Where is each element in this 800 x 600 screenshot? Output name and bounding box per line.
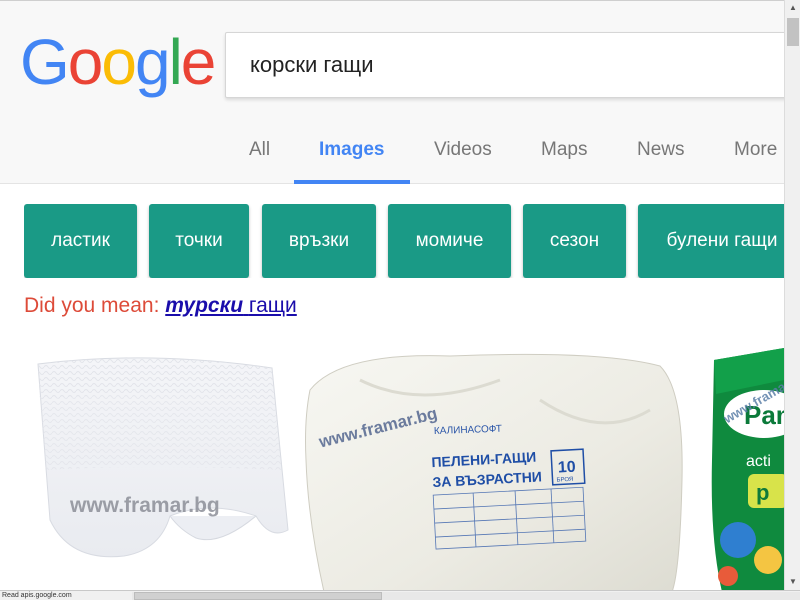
suggestion-bold: турски — [165, 294, 244, 317]
scrollbar-thumb[interactable] — [787, 18, 799, 46]
horizontal-scrollbar[interactable] — [132, 592, 800, 600]
chip-tochki[interactable]: точки — [149, 204, 249, 278]
vertical-scrollbar[interactable]: ▲ ▼ — [784, 0, 800, 590]
tab-all[interactable]: All — [249, 139, 270, 161]
tab-news[interactable]: News — [637, 139, 685, 161]
related-search-chips: ластик точки връзки момиче сезон булени … — [24, 204, 800, 278]
chip-sezon[interactable]: сезон — [523, 204, 626, 278]
search-tabs: All Images Videos Maps News More — [0, 129, 784, 185]
svg-text:p: p — [756, 480, 769, 505]
package-subline: acti — [746, 453, 771, 470]
white-underwear-image: www.framar.bg — [37, 357, 289, 558]
image-result-2[interactable]: www.framar.bg КАЛИНАСОФТ ПЕЛЕНИ-ГАЩИ ЗА … — [300, 340, 690, 592]
scroll-up-arrow-icon[interactable]: ▲ — [785, 0, 800, 16]
status-text: Read apis.google.com — [2, 592, 72, 599]
spelling-suggestion-link[interactable]: турски гащи — [165, 294, 297, 317]
did-you-mean-label: Did you mean: — [24, 294, 160, 317]
chip-momiche[interactable]: момиче — [388, 204, 511, 278]
image-result-3[interactable]: Pam www.framar.bg acti p — [708, 340, 784, 592]
tab-maps[interactable]: Maps — [541, 139, 587, 161]
logo-letter: l — [168, 26, 183, 98]
search-box — [225, 32, 795, 98]
logo-letter: g — [134, 26, 171, 98]
image-result-1[interactable]: www.framar.bg — [20, 340, 292, 592]
tab-images[interactable]: Images — [319, 139, 384, 161]
package-count-unit: БРОЯ — [556, 477, 573, 484]
did-you-mean: Did you mean: турски гащи — [24, 294, 297, 318]
chip-lastik[interactable]: ластик — [24, 204, 137, 278]
tab-more[interactable]: More — [734, 139, 777, 161]
logo-letter: e — [180, 26, 217, 98]
image-watermark: www.framar.bg — [69, 494, 220, 517]
active-tab-indicator — [294, 180, 410, 184]
horizontal-scrollbar-thumb[interactable] — [134, 592, 382, 600]
suggestion-rest: гащи — [248, 294, 297, 317]
package-count: 10 — [557, 459, 576, 477]
logo-letter: o — [101, 26, 137, 98]
tab-videos[interactable]: Videos — [434, 139, 492, 161]
chip-buleni-gashti[interactable]: булени гащи — [638, 204, 800, 278]
status-bar: Read apis.google.com — [0, 590, 800, 600]
image-results: www.framar.bg www.framar.bg КАЛИНАСОФТ П… — [0, 340, 784, 592]
search-input[interactable] — [250, 47, 780, 83]
diaper-package-image: www.framar.bg КАЛИНАСОФТ ПЕЛЕНИ-ГАЩИ ЗА … — [305, 353, 683, 592]
pampers-package-image: Pam www.framar.bg acti p — [708, 340, 784, 592]
logo-letter: G — [20, 26, 70, 98]
chip-vrazki[interactable]: връзки — [262, 204, 376, 278]
header: Google All Images Videos Maps News More — [0, 0, 795, 185]
scroll-down-arrow-icon[interactable]: ▼ — [785, 574, 800, 590]
google-logo[interactable]: Google — [20, 26, 217, 98]
logo-letter: o — [67, 26, 104, 98]
